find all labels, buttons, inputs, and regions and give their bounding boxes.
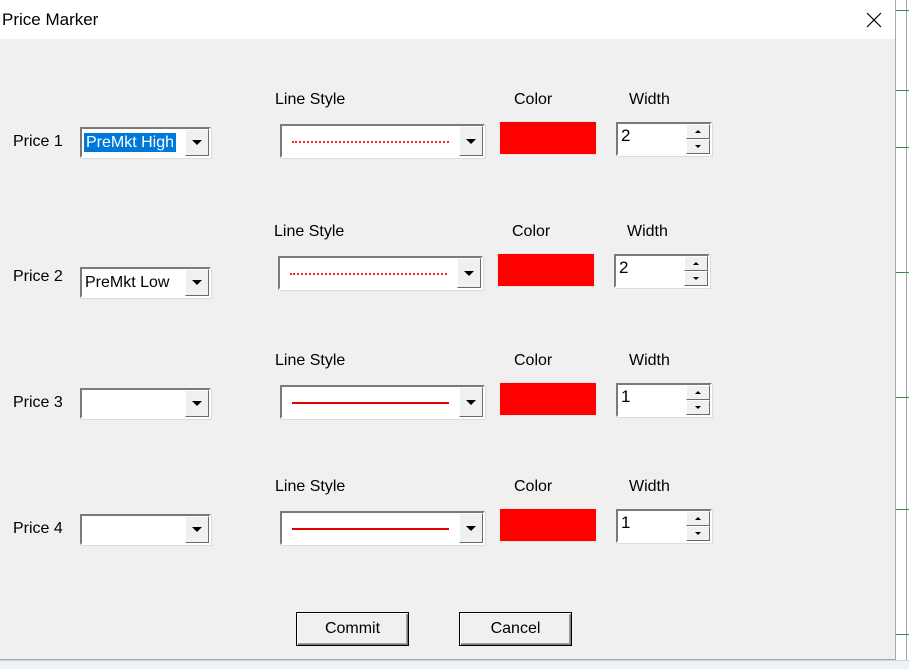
background-grid-line <box>896 10 909 11</box>
price-2-width-up-button[interactable] <box>684 256 708 271</box>
price-4-color-swatch[interactable] <box>499 508 597 542</box>
commit-button[interactable]: Commit <box>296 612 409 646</box>
price-2-line-style-combobox[interactable] <box>278 256 483 290</box>
price-1-label: Price 1 <box>13 133 63 150</box>
background-grid-line <box>896 90 909 91</box>
cancel-button[interactable]: Cancel <box>459 612 572 646</box>
background-app-strip <box>896 0 909 668</box>
price-1-width-value[interactable]: 2 <box>621 126 630 146</box>
background-grid-line <box>896 397 909 398</box>
price-4-width-spinner[interactable]: 1 <box>616 509 712 543</box>
chevron-down-icon <box>192 401 202 406</box>
price-2-width-spin-buttons <box>684 256 708 286</box>
price-2-label: Price 2 <box>13 268 63 285</box>
price-1-color-swatch[interactable] <box>499 121 597 155</box>
price-1-width-down-button[interactable] <box>686 139 710 154</box>
price-3-dropdown-button[interactable] <box>185 390 209 417</box>
width-header: Width <box>629 352 670 369</box>
width-header: Width <box>627 223 668 240</box>
color-header: Color <box>514 352 553 369</box>
price-2-line-style-dropdown-button[interactable] <box>457 258 481 288</box>
spin-up-icon <box>695 391 701 394</box>
window-title: Price Marker <box>2 10 99 29</box>
price-4-width-down-button[interactable] <box>686 526 710 541</box>
chevron-down-icon <box>466 138 476 144</box>
line-style-header: Line Style <box>274 223 345 240</box>
price-4-width-value[interactable]: 1 <box>621 513 630 533</box>
price-2-combobox[interactable]: PreMkt Low <box>80 267 211 298</box>
price-4-label: Price 4 <box>13 520 63 537</box>
price-3-line-style-sample <box>292 402 449 404</box>
price-2-width-value[interactable]: 2 <box>619 258 628 278</box>
price-1-line-style-combobox[interactable] <box>280 124 485 158</box>
spin-down-icon <box>693 277 699 280</box>
chevron-down-icon <box>466 399 476 405</box>
chevron-down-icon <box>466 525 476 531</box>
spin-down-icon <box>695 532 701 535</box>
price-2-value: PreMkt Low <box>85 274 170 291</box>
price-1-width-spin-buttons <box>686 124 710 154</box>
price-2-dropdown-button[interactable] <box>185 269 209 296</box>
price-3-width-spin-buttons <box>686 385 710 415</box>
price-3-line-style-combobox[interactable] <box>280 385 485 419</box>
spin-up-icon <box>695 517 701 520</box>
background-grid-line <box>896 634 909 635</box>
color-header: Color <box>514 478 553 495</box>
price-3-width-up-button[interactable] <box>686 385 710 400</box>
background-grid-line <box>896 509 909 510</box>
chevron-down-icon <box>464 270 474 276</box>
price-4-line-style-sample <box>292 528 449 530</box>
price-3-width-down-button[interactable] <box>686 400 710 415</box>
width-header: Width <box>629 478 670 495</box>
price-1-value: PreMkt High <box>84 133 177 152</box>
title-bar[interactable]: Price Marker <box>0 0 895 39</box>
price-3-width-value[interactable]: 1 <box>621 387 630 407</box>
price-2-width-spinner[interactable]: 2 <box>614 254 710 288</box>
price-4-dropdown-button[interactable] <box>185 516 209 543</box>
price-1-line-style-sample <box>292 141 449 143</box>
chevron-down-icon <box>192 280 202 285</box>
price-2-line-style-sample <box>290 273 447 275</box>
color-header: Color <box>512 223 551 240</box>
price-3-combobox[interactable] <box>80 388 211 419</box>
price-3-color-swatch[interactable] <box>499 382 597 416</box>
chevron-down-icon <box>192 527 202 532</box>
price-1-width-up-button[interactable] <box>686 124 710 139</box>
background-divider <box>906 0 907 668</box>
price-4-line-style-dropdown-button[interactable] <box>459 513 483 543</box>
price-4-line-style-combobox[interactable] <box>280 511 485 545</box>
background-grid-line <box>896 272 909 273</box>
price-4-width-spin-buttons <box>686 511 710 541</box>
price-1-width-spinner[interactable]: 2 <box>616 122 712 156</box>
price-4-width-up-button[interactable] <box>686 511 710 526</box>
background-grid-line <box>896 147 909 148</box>
price-3-line-style-dropdown-button[interactable] <box>459 387 483 417</box>
spin-up-icon <box>695 130 701 133</box>
price-2-color-swatch[interactable] <box>497 253 595 287</box>
close-button[interactable] <box>852 0 895 39</box>
line-style-header: Line Style <box>275 91 346 108</box>
spin-down-icon <box>695 145 701 148</box>
price-4-combobox[interactable] <box>80 514 211 545</box>
price-marker-dialog: Price Marker Line Style Color Width Pric… <box>0 0 896 660</box>
spin-down-icon <box>695 406 701 409</box>
price-1-combobox[interactable]: PreMkt High <box>80 127 211 158</box>
line-style-header: Line Style <box>275 478 346 495</box>
price-1-line-style-dropdown-button[interactable] <box>459 126 483 156</box>
chevron-down-icon <box>192 140 202 145</box>
color-header: Color <box>514 91 553 108</box>
width-header: Width <box>629 91 670 108</box>
spin-up-icon <box>693 262 699 265</box>
price-2-width-down-button[interactable] <box>684 271 708 286</box>
price-3-width-spinner[interactable]: 1 <box>616 383 712 417</box>
close-icon <box>866 12 881 27</box>
line-style-header: Line Style <box>275 352 346 369</box>
price-3-label: Price 3 <box>13 394 63 411</box>
price-1-dropdown-button[interactable] <box>185 129 209 156</box>
